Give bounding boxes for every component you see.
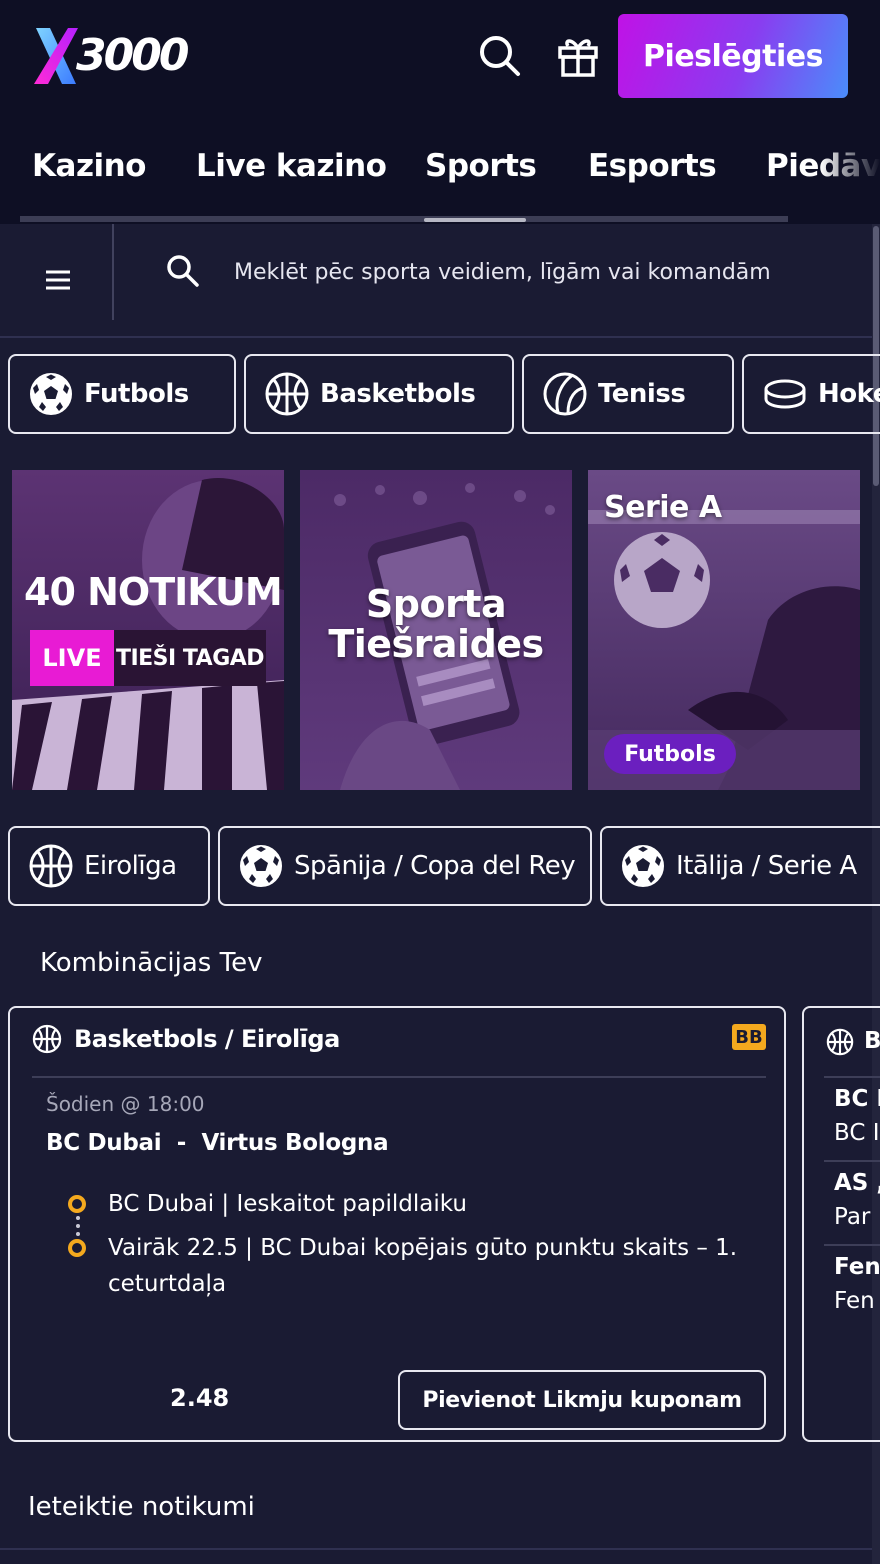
combos-section-title: Kombinācijas Tev [40,948,263,978]
teams-separator: - [176,1130,187,1156]
peek-card-head: B [864,1028,880,1054]
soccer-ball-icon [240,845,282,887]
search-icon[interactable] [478,34,522,78]
sport-chip-label: Basketbols [320,379,476,409]
away-team: Virtus Bologna [201,1130,389,1156]
main-nav: Kazino Live kazino Sports Esports Piedāv… [0,140,880,200]
selection-connector [76,1216,80,1236]
banner-streams-title-line2: Tiešraides [328,622,544,666]
league-chip-label: Itālija / Serie A [676,851,857,881]
sport-badge: Futbols [604,734,736,774]
gift-icon[interactable] [556,34,600,78]
home-team: BC Dubai [46,1130,162,1156]
sports-search-bar [0,224,880,338]
nav-item-esports[interactable]: Esports [588,148,717,184]
banner-events-title: 40 NOTIKUMI [24,570,284,614]
nav-item-sports[interactable]: Sports [425,148,537,184]
sport-chip-label: Futbols [84,379,189,409]
add-to-betslip-button[interactable]: Pievienot Likmju kuponam [398,1370,766,1430]
league-chip-serie-a[interactable]: Itālija / Serie A [600,826,880,906]
peek-row: Par [834,1204,871,1230]
live-now-label: TIEŠI TAGAD [114,630,266,686]
sport-chip-basketbols[interactable]: Basketbols [244,354,514,434]
logo-x-mark [34,28,78,84]
recommended-section-title: Ieteiktie notikumi [28,1492,255,1522]
combo-card: Basketbols / Eirolīga BB Šodien @ 18:00 … [8,1006,786,1442]
sport-chip-futbols[interactable]: Futbols [8,354,236,434]
search-divider [112,224,114,320]
divider [32,1076,766,1078]
divider [824,1244,880,1246]
peek-row-bold: AS , [834,1170,880,1196]
league-chip-copa-del-rey[interactable]: Spānija / Copa del Rey [218,826,592,906]
live-badge: LIVE [30,630,114,686]
selection-1: BC Dubai | Ieskaitot papildlaiku [108,1191,467,1217]
header: 3000 Pieslēgties Kazino Live kazino Spor… [0,0,880,224]
league-chip-label: Eirolīga [84,851,177,881]
peek-row-bold: BC I [834,1086,880,1112]
banner-serie-a[interactable]: Serie A Futbols [588,470,860,790]
sport-chip-teniss[interactable]: Teniss [522,354,734,434]
combo-card-header: Basketbols / Eirolīga [32,1024,340,1054]
selection-2: Vairāk 22.5 | BC Dubai kopējais gūto pun… [108,1235,738,1297]
peek-row-bold: Fen [834,1254,880,1280]
match-time: Šodien @ 18:00 [46,1092,205,1116]
basketball-icon [265,372,309,416]
sport-chip-hokejs[interactable]: Hokejs [742,354,880,434]
combo-card-league: Basketbols / Eirolīga [74,1025,340,1053]
tennis-ball-icon [543,372,587,416]
divider [824,1160,880,1162]
banner-streams-title-line1: Sporta [365,582,507,626]
basketball-icon [826,1028,854,1056]
banner-league-title: Serie A [604,490,722,525]
combo-card-peek[interactable]: B BC I BC I AS , Par Fen Fen [802,1006,880,1442]
nav-item-kazino[interactable]: Kazino [32,148,146,184]
soccer-ball-icon [622,845,664,887]
combo-odds: 2.48 [170,1384,230,1412]
sport-chip-label: Hokejs [818,379,880,409]
nav-scroll-indicator[interactable] [424,218,526,222]
banner-live-streams[interactable]: Sporta Tiešraides [300,470,572,790]
league-chip-label: Spānija / Copa del Rey [294,851,576,881]
nav-item-live-kazino[interactable]: Live kazino [196,148,387,184]
search-icon [167,255,199,287]
basketball-icon [29,844,73,888]
login-button[interactable]: Pieslēgties [618,14,848,98]
bet-builder-badge: BB [732,1024,766,1050]
selection-dot [68,1195,86,1213]
divider [0,1548,872,1550]
league-chip-eiroliga[interactable]: Eirolīga [8,826,210,906]
sport-chip-label: Teniss [598,379,686,409]
logo-text: 3000 [76,30,189,81]
hamburger-menu-icon[interactable] [36,260,80,300]
peek-row: BC I [834,1120,880,1146]
nav-scroll-track [20,216,788,222]
nav-fade [820,140,880,200]
basketball-icon [32,1024,62,1054]
logo[interactable]: 3000 [32,26,192,86]
banner-live-events[interactable]: 40 NOTIKUMI LIVE TIEŠI TAGAD [12,470,284,790]
banner-streams-title: Sporta Tiešraides [300,584,572,664]
match-teams[interactable]: BC Dubai - Virtus Bologna [46,1130,389,1156]
divider [824,1076,880,1078]
hockey-puck-icon [764,379,806,409]
soccer-ball-icon [30,373,72,415]
peek-row: Fen [834,1288,875,1314]
selection-dot [68,1239,86,1257]
sports-search-input[interactable] [234,248,844,296]
